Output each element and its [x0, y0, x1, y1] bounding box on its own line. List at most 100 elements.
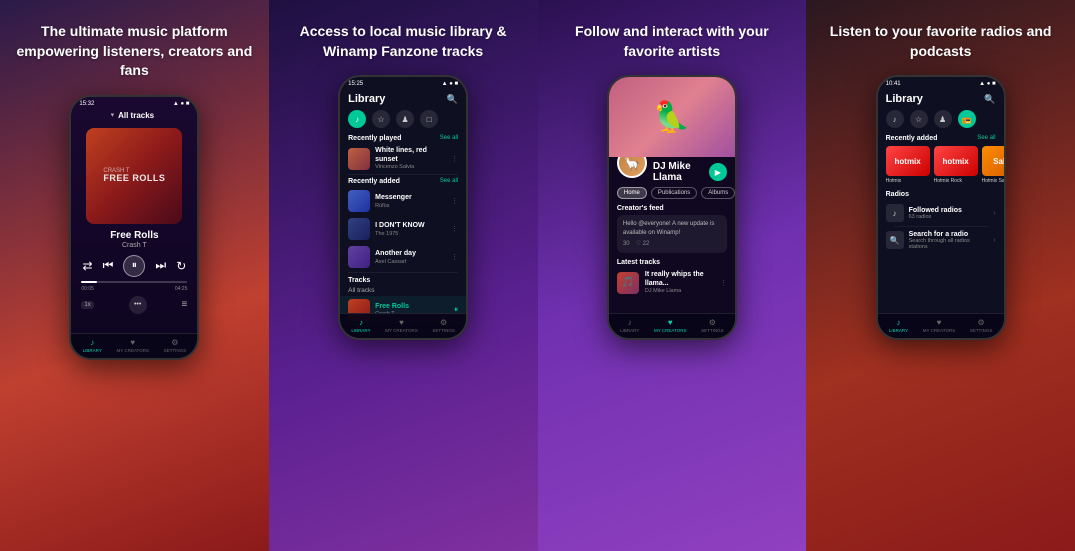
track-more-3[interactable]: ⋮: [451, 225, 458, 233]
phone-1-screen: 15:32 ▲ ● ■ ▾ All tracks CRASH T FREE RO…: [71, 97, 197, 358]
nav-settings-4[interactable]: ⚙ SETTINGS: [970, 318, 993, 333]
nav-settings-2[interactable]: ⚙ SETTINGS: [432, 318, 455, 333]
artist-tab-albums[interactable]: Albums: [701, 187, 735, 199]
salsa-label: Salsa: [993, 157, 1003, 166]
tab-music[interactable]: ♪: [348, 110, 366, 128]
see-all-2[interactable]: See all: [440, 178, 458, 185]
see-all-1[interactable]: See all: [440, 135, 458, 142]
track-more-1[interactable]: ⋮: [451, 155, 458, 163]
track-thumb-2: [348, 190, 370, 212]
status-bar-4: 10:41 ▲ ● ■: [878, 77, 1004, 89]
followed-radios-sub: 63 radios: [909, 214, 989, 220]
panel-2: Access to local music library & Winamp F…: [269, 0, 538, 551]
progress-bar-1[interactable]: [71, 281, 197, 283]
repeat-icon[interactable]: ↻: [176, 259, 186, 273]
recently-added-grid: hotmix Hotmix hotmix Hotmix Rock Salsa H…: [878, 144, 1004, 188]
search-radio-icon: 🔍: [886, 231, 904, 249]
panel-4-caption: Listen to your favorite radios and podca…: [820, 22, 1061, 61]
creators-icon: ♥: [130, 338, 135, 347]
followed-radios-item[interactable]: ♪ Followed radios 63 radios ›: [886, 201, 996, 225]
latest-track-row: 🎵 It really whips the llama... DJ Mike L…: [609, 268, 735, 297]
artist-avatar-row: 🦙 DJ Mike Llama ▶: [609, 157, 735, 185]
latest-track-thumb: 🎵: [617, 272, 639, 294]
nav-creators-1[interactable]: ♥ MY CREATORS: [116, 338, 149, 353]
nav-settings-3[interactable]: ⚙ SETTINGS: [701, 318, 724, 333]
radios-title: Radios: [886, 191, 996, 198]
bottom-row-1: 1x ••• ≡: [71, 293, 197, 314]
tab-camera[interactable]: □: [420, 110, 438, 128]
feed-text: Hello @everyone! A new update is availab…: [623, 221, 714, 235]
nav-library-label: LIBRARY: [83, 348, 102, 353]
progress-bg: [81, 281, 187, 283]
nav-settings-3-label: SETTINGS: [701, 328, 724, 333]
phone-3: 🦜 🦙 DJ Mike Llama ▶ Home Publications Al…: [607, 75, 737, 340]
tab-user-4[interactable]: ☆: [910, 110, 928, 128]
creators-icon-4: ♥: [937, 318, 942, 327]
nav-library-4[interactable]: ♪ LIBRARY: [889, 318, 908, 333]
status-bar-1: 15:32 ▲ ● ■: [71, 97, 197, 109]
nav-creators-2[interactable]: ♥ MY CREATORS: [385, 318, 418, 333]
nav-settings-1[interactable]: ⚙ SETTINGS: [164, 338, 187, 353]
chevron-right-icon-1: ›: [993, 210, 995, 217]
recently-played-label: Recently played: [348, 135, 401, 142]
track-more-4[interactable]: ⋮: [451, 253, 458, 261]
radio-card-hotmix2: hotmix Hotmix Rock: [934, 146, 978, 184]
player-controls-1: ⇄ ⏮ ⏸ ⏭ ↻: [71, 255, 197, 277]
search-radio-item[interactable]: 🔍 Search for a radio Search through all …: [886, 228, 996, 253]
next-icon[interactable]: ⏭: [155, 258, 166, 273]
speed-button[interactable]: 1x: [81, 301, 93, 309]
tab-person[interactable]: ♟: [396, 110, 414, 128]
phone-4-screen: 10:41 ▲ ● ■ Library 🔍 ♪ ☆ ♟ 📻 Recently a…: [878, 77, 1004, 338]
radio-card-salsa: Salsa Hotmix Salsa: [982, 146, 1004, 184]
tab-radio-4[interactable]: 📻: [958, 110, 976, 128]
nav-library-1[interactable]: ♪ LIBRARY: [83, 338, 102, 353]
settings-icon-2: ⚙: [440, 318, 447, 327]
all-tracks-label: All tracks: [348, 287, 374, 294]
album-art-1: CRASH T FREE ROLLS: [86, 128, 182, 224]
tab-person-4[interactable]: ♟: [934, 110, 952, 128]
nav-creators-3[interactable]: ♥ MY CREATORS: [654, 318, 687, 333]
more-button[interactable]: •••: [129, 296, 147, 314]
pause-button[interactable]: ⏸: [123, 255, 145, 277]
added-artist-2: The 1975: [375, 231, 446, 237]
nav-library-2[interactable]: ♪ LIBRARY: [351, 318, 370, 333]
tab-user[interactable]: ☆: [372, 110, 390, 128]
search-radio-name: Search for a radio: [909, 231, 989, 238]
artist-tab-home[interactable]: Home: [617, 187, 647, 199]
nav-creators-4[interactable]: ♥ MY CREATORS: [923, 318, 956, 333]
search-icon-2[interactable]: 🔍: [447, 94, 458, 105]
creators-feed-label: Creator's feed: [617, 205, 727, 212]
panel-1: The ultimate music platform empowering l…: [0, 0, 269, 551]
section-tracks: Tracks: [340, 274, 466, 286]
track-thumb-3: [348, 218, 370, 240]
track-info-played: White lines, red sunset Vincenzo Salvia: [375, 147, 446, 170]
nav-library-3[interactable]: ♪ LIBRARY: [620, 318, 639, 333]
artist-play-button[interactable]: ▶: [709, 163, 727, 181]
search-icon-4[interactable]: 🔍: [984, 94, 995, 105]
prev-icon[interactable]: ⏮: [103, 258, 114, 273]
library-icon: ♪: [90, 338, 94, 347]
phone3-nav: ♪ LIBRARY ♥ MY CREATORS ⚙ SETTINGS: [609, 313, 735, 338]
artist-tab-publications[interactable]: Publications: [651, 187, 697, 199]
nav-library-3-label: LIBRARY: [620, 328, 639, 333]
library-icon-2: ♪: [359, 318, 363, 327]
latest-track-name: It really whips the llama...: [645, 271, 714, 288]
nav-settings-4-label: SETTINGS: [970, 328, 993, 333]
divider-2: [348, 272, 458, 273]
status-icons-2: ▲ ● ■: [442, 81, 459, 87]
status-time-1: 15:32: [79, 101, 94, 107]
nav-library-2-label: LIBRARY: [351, 328, 370, 333]
phone1-nav: ♪ LIBRARY ♥ MY CREATORS ⚙ SETTINGS: [71, 333, 197, 358]
lib-header-2: Library 🔍: [340, 89, 466, 108]
added-name-1: Messenger: [375, 194, 446, 202]
tab-music-4[interactable]: ♪: [886, 110, 904, 128]
see-all-4[interactable]: See all: [977, 135, 995, 142]
shuffle-icon[interactable]: ⇄: [83, 259, 93, 273]
status-icons-4: ▲ ● ■: [979, 81, 996, 87]
search-radio-sub: Search through all radios stations: [909, 238, 989, 250]
track-more-2[interactable]: ⋮: [451, 197, 458, 205]
list-icon[interactable]: ≡: [182, 299, 188, 310]
latest-track-more[interactable]: ⋮: [720, 279, 727, 287]
phone-1: 15:32 ▲ ● ■ ▾ All tracks CRASH T FREE RO…: [69, 95, 199, 360]
phone-2: 15:25 ▲ ● ■ Library 🔍 ♪ ☆ ♟ □ Recently p…: [338, 75, 468, 340]
